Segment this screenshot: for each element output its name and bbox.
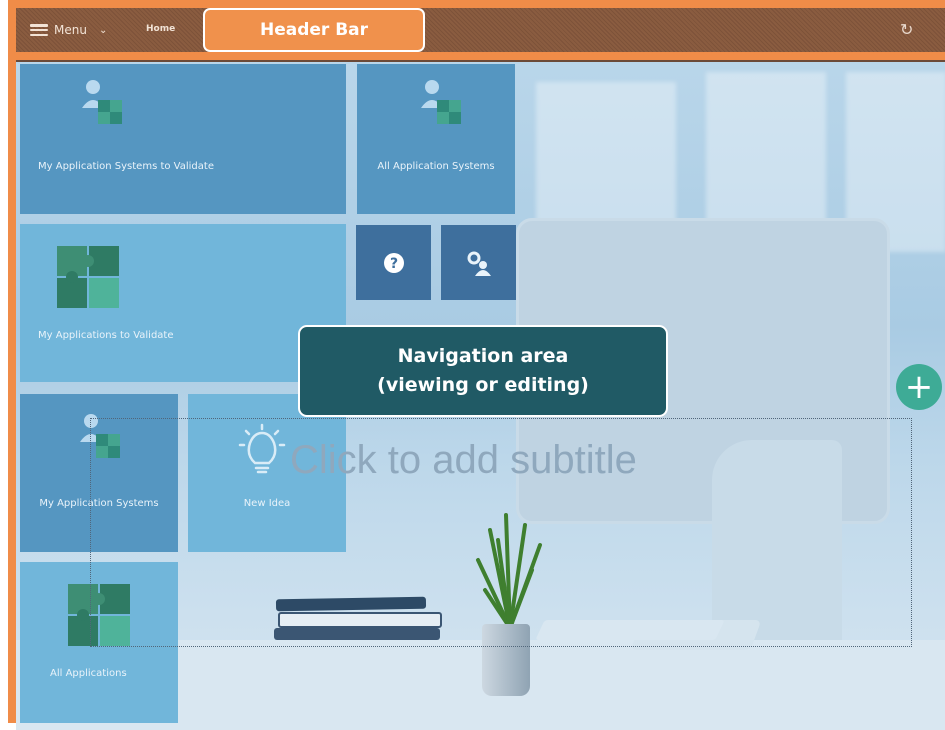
tile-help[interactable]: ? (356, 225, 431, 300)
header-divider (16, 60, 945, 62)
tile-my-application-systems-to-validate[interactable]: My Application Systems to Validate (20, 64, 346, 214)
callout-line-1: Navigation area (397, 345, 569, 367)
person-puzzle-icon (421, 80, 461, 124)
tile-label: All Applications (50, 668, 127, 679)
home-link[interactable]: Home (146, 24, 175, 34)
people-settings-icon (467, 251, 491, 276)
svg-text:?: ? (390, 256, 398, 272)
menu-label: Menu (54, 23, 87, 37)
subtitle-placeholder-text[interactable]: Click to add subtitle (290, 438, 637, 483)
header-bar-callout: Header Bar (203, 8, 425, 52)
tile-people-settings[interactable] (441, 225, 516, 300)
header-top-strip (16, 0, 945, 8)
refresh-icon[interactable]: ↻ (900, 20, 913, 39)
help-icon: ? (384, 253, 404, 273)
menu-button[interactable]: Menu ⌄ (30, 17, 107, 43)
callout-line-2: (viewing or editing) (377, 374, 589, 396)
background-window (706, 72, 826, 242)
lightbulb-icon (238, 423, 286, 474)
puzzle-icon (57, 246, 119, 308)
tile-all-application-systems[interactable]: All Application Systems (357, 64, 515, 214)
tile-label: My Application Systems to Validate (38, 161, 214, 172)
tile-label: All Application Systems (377, 161, 495, 172)
person-puzzle-icon (82, 80, 122, 124)
navigation-area-callout: Navigation area (viewing or editing) (298, 325, 668, 417)
add-button[interactable]: + (896, 364, 942, 410)
frame-left-border (8, 0, 16, 723)
header-bottom-strip (16, 52, 945, 60)
header-bar: Menu ⌄ Home ↻ (16, 0, 945, 62)
hamburger-icon (30, 24, 48, 36)
chevron-down-icon: ⌄ (98, 24, 108, 36)
